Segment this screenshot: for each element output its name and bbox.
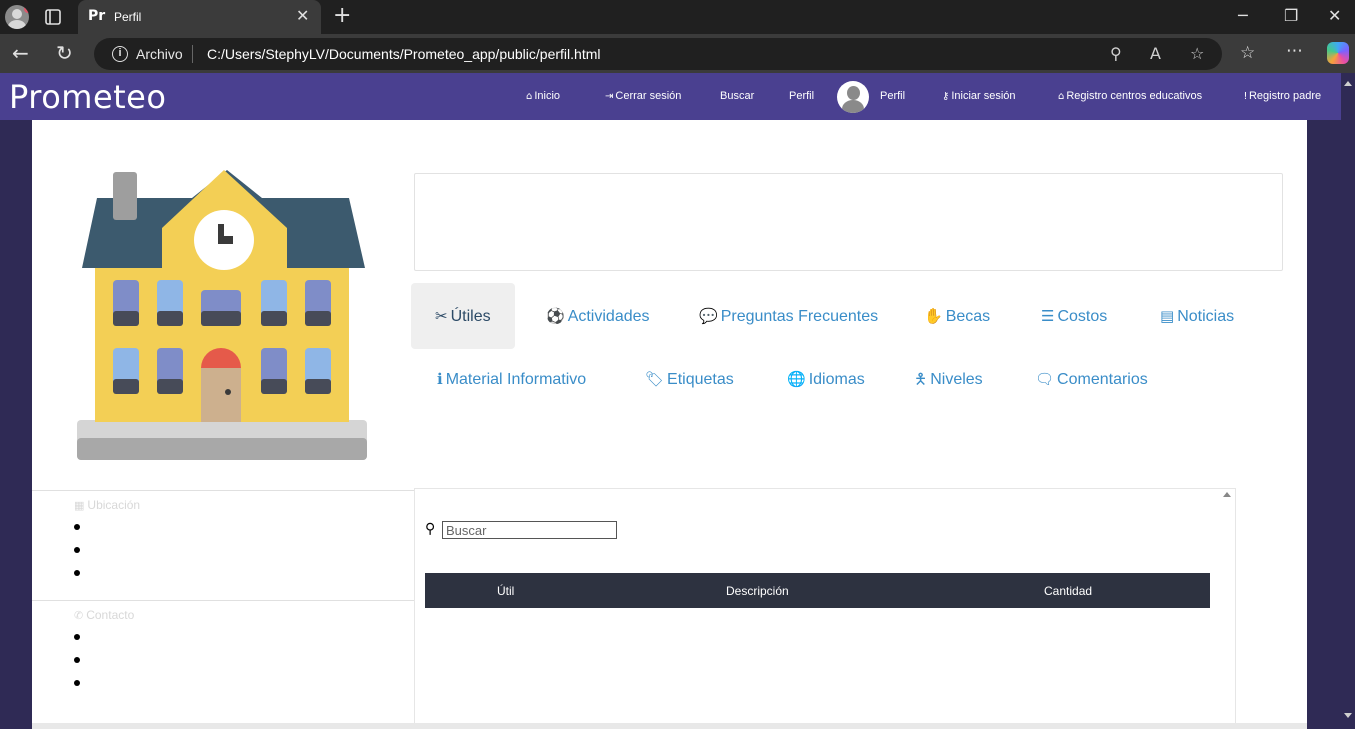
contact-heading: ✆ Contacto xyxy=(74,608,135,622)
tab-comentarios[interactable]: 🗨 Comentarios xyxy=(1011,346,1172,412)
zoom-icon[interactable]: ⚲ xyxy=(1110,44,1122,63)
tags-icon: 🏷 xyxy=(645,370,665,388)
column-header-cantidad[interactable]: Cantidad xyxy=(1044,584,1092,598)
list-item xyxy=(74,547,80,553)
male-icon: ǃ xyxy=(1244,91,1247,102)
nav-buscar[interactable]: Buscar xyxy=(720,90,754,102)
browser-profile-icon[interactable] xyxy=(5,5,29,29)
tab-noticias[interactable]: ▤ Noticias xyxy=(1136,283,1258,349)
contact-list xyxy=(74,634,80,703)
tab-actividades[interactable]: ⚽ Actividades xyxy=(522,283,674,349)
more-menu-icon[interactable]: ⋯ xyxy=(1286,41,1303,61)
panel-scroll-up-arrow[interactable] xyxy=(1223,492,1231,497)
info-icon: ℹ xyxy=(437,370,443,388)
home-icon: ⌂ xyxy=(526,91,533,102)
handshake-icon: ✋ xyxy=(924,307,943,325)
scroll-down-arrow[interactable] xyxy=(1344,713,1352,718)
newspaper-icon: ▤ xyxy=(1160,307,1175,325)
browser-tab[interactable]: Pr Perfil ✕ xyxy=(78,0,321,34)
nav-iniciar-sesion[interactable]: ⚷ Iniciar sesión xyxy=(942,90,1016,102)
site-info-icon[interactable]: i xyxy=(112,46,128,62)
nav-registro-centros[interactable]: ⌂ Registro centros educativos xyxy=(1058,90,1202,102)
school-icon: ⌂ xyxy=(1058,91,1065,102)
nav-inicio[interactable]: ⌂ Inicio xyxy=(526,90,560,102)
page-viewport: Prometeo ⌂ Inicio ⇥ Cerrar sesión Buscar P… xyxy=(0,73,1355,729)
scroll-up-arrow[interactable] xyxy=(1344,81,1352,86)
list-item xyxy=(74,680,80,686)
nav-perfil-user[interactable]: Perfil xyxy=(880,90,905,102)
sign-out-icon: ⇥ xyxy=(605,91,614,102)
address-scheme: Archivo xyxy=(136,46,183,62)
tab-becas[interactable]: ✋ Becas xyxy=(900,283,1014,349)
tab-title: Perfil xyxy=(114,10,142,24)
column-header-util[interactable]: Útil xyxy=(497,584,514,598)
soccer-ball-icon: ⚽ xyxy=(546,307,565,325)
utiles-panel: ⚲ Útil Descripción Cantidad xyxy=(414,488,1236,729)
reload-icon[interactable]: ↻ xyxy=(56,41,73,65)
site-logo[interactable]: Prometeo xyxy=(9,78,166,116)
sidebar-divider xyxy=(32,490,414,491)
table-header: Útil Descripción Cantidad xyxy=(425,573,1210,608)
favorites-icon[interactable]: ☆ xyxy=(1240,43,1255,63)
tab-preguntas-frecuentes[interactable]: 💬 Preguntas Frecuentes xyxy=(675,283,902,349)
comment-icon: 💬 xyxy=(699,307,718,325)
nav-cerrar-sesion[interactable]: ⇥ Cerrar sesión xyxy=(605,90,681,102)
favorite-star-icon[interactable]: ☆ xyxy=(1190,44,1204,63)
list-item xyxy=(74,524,80,530)
list-item xyxy=(74,634,80,640)
tab-close-icon[interactable]: ✕ xyxy=(296,6,309,26)
sidebar-divider xyxy=(32,600,414,601)
tab-costos[interactable]: ☰ Costos xyxy=(1017,283,1131,349)
page-horizontal-scrollbar[interactable] xyxy=(32,723,1307,729)
address-bar: ← ↻ i Archivo C:/Users/StephyLV/Document… xyxy=(0,34,1355,73)
window-close-icon[interactable]: ✕ xyxy=(1328,6,1341,25)
list-item xyxy=(74,657,80,663)
read-aloud-icon[interactable]: A xyxy=(1150,44,1161,63)
address-divider xyxy=(192,45,193,63)
tab-niveles[interactable]: 🯅 Niveles xyxy=(890,346,1007,412)
nav-perfil[interactable]: Perfil xyxy=(789,90,814,102)
minimize-icon[interactable]: ─ xyxy=(1238,6,1248,25)
tab-etiquetas[interactable]: 🏷 Etiquetas xyxy=(621,346,758,412)
search-icon: ⚲ xyxy=(425,521,436,537)
search-input[interactable] xyxy=(442,521,617,539)
site-navbar: Prometeo ⌂ Inicio ⇥ Cerrar sesión Buscar P… xyxy=(0,73,1341,120)
nav-registro-padre[interactable]: ǃ Registro padre xyxy=(1244,90,1321,102)
profile-content: ✂ Útiles ⚽ Actividades 💬 Preguntas Frecuent… xyxy=(32,120,1307,729)
back-icon[interactable]: ← xyxy=(12,41,29,65)
tab-actions-icon[interactable] xyxy=(44,8,62,26)
page-vertical-scrollbar[interactable] xyxy=(1341,73,1355,729)
restore-icon[interactable]: ❐ xyxy=(1284,6,1298,25)
tab-material-informativo[interactable]: ℹ Material Informativo xyxy=(413,346,610,412)
omnibox[interactable]: i Archivo C:/Users/StephyLV/Documents/Pr… xyxy=(94,38,1222,70)
tab-favicon: Pr xyxy=(88,8,106,24)
globe-icon: 🌐 xyxy=(787,370,806,388)
profile-description-box xyxy=(414,173,1283,271)
phone-icon: ✆ xyxy=(74,609,84,622)
column-header-descripcion[interactable]: Descripción xyxy=(726,584,789,598)
user-avatar[interactable] xyxy=(837,81,869,113)
key-icon: ⚷ xyxy=(942,91,950,102)
child-icon: 🯅 xyxy=(914,370,928,388)
address-url[interactable]: C:/Users/StephyLV/Documents/Prometeo_app… xyxy=(207,46,600,62)
new-tab-icon[interactable]: + xyxy=(333,3,351,28)
tab-idiomas[interactable]: 🌐 Idiomas xyxy=(763,346,889,412)
location-heading: ▦ Ubicación xyxy=(74,498,141,512)
comments-icon: 🗨 xyxy=(1035,370,1055,388)
map-icon: ▦ xyxy=(74,499,85,512)
copilot-icon[interactable] xyxy=(1327,42,1349,64)
tools-icon: ✂ xyxy=(435,307,448,325)
tab-utiles[interactable]: ✂ Útiles xyxy=(411,283,515,349)
browser-tab-strip: Pr Perfil ✕ + ─ ❐ ✕ xyxy=(0,0,1355,34)
list-item xyxy=(74,570,80,576)
school-building-image xyxy=(77,170,367,460)
coins-icon: ☰ xyxy=(1041,307,1055,325)
location-list xyxy=(74,524,80,593)
